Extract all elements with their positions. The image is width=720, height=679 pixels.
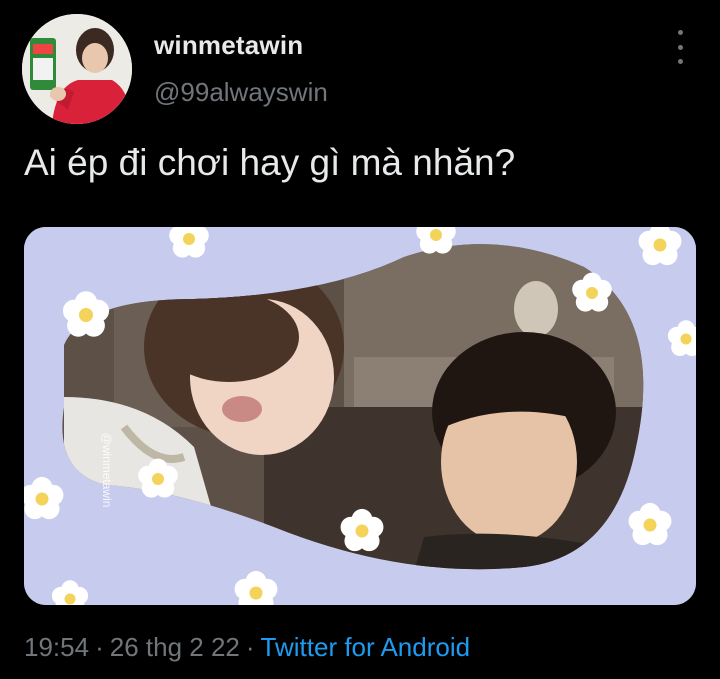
photo-watermark: @winmetawin (100, 432, 114, 508)
tweet-photo[interactable] (24, 227, 696, 605)
separator: · (95, 632, 104, 662)
separator: · (245, 632, 255, 662)
author-handle[interactable]: @99alwayswin (154, 77, 328, 108)
more-vertical-icon[interactable] (668, 30, 692, 64)
tweet: winmetawin @99alwayswin Ai ép đi chơi ha… (0, 0, 720, 679)
tweet-source-link[interactable]: Twitter for Android (261, 632, 471, 662)
tweet-date[interactable]: 26 thg 2 22 (110, 632, 240, 662)
avatar[interactable] (22, 14, 132, 124)
tweet-time[interactable]: 19:54 (24, 632, 89, 662)
more-dot (677, 44, 683, 50)
author-display-name[interactable]: winmetawin (154, 30, 303, 61)
tweet-text: Ai ép đi chơi hay gì mà nhăn? (24, 142, 516, 183)
more-dot (677, 59, 683, 64)
more-dot (677, 30, 683, 35)
tweet-meta: 19:54 · 26 thg 2 22 · Twitter for Android (24, 632, 470, 663)
